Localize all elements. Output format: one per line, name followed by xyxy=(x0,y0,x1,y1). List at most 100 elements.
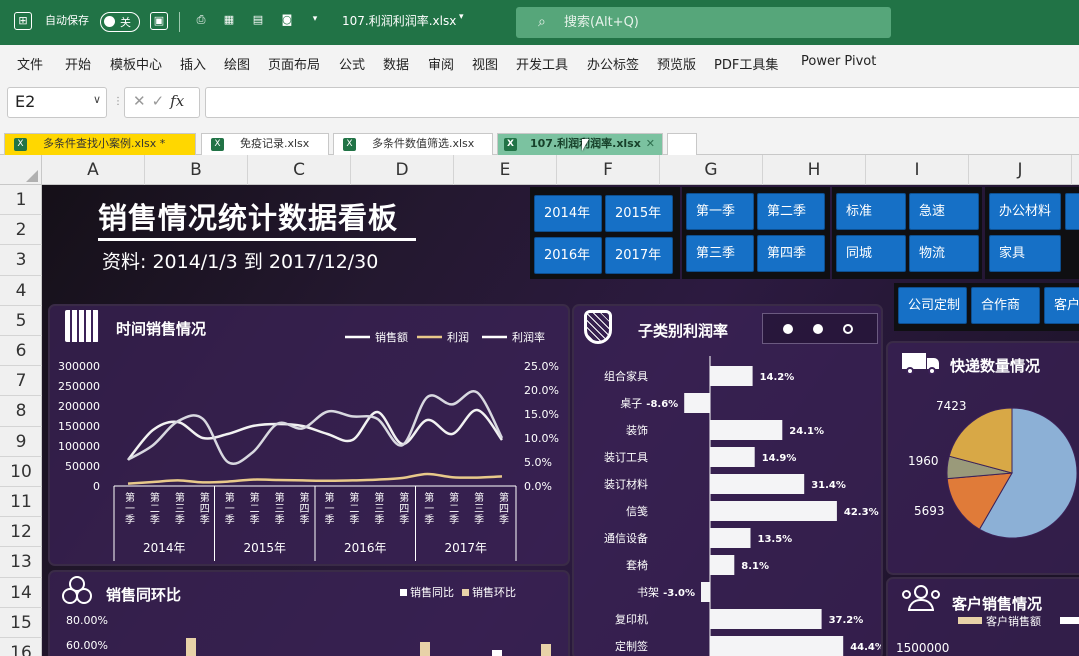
slicer-year-2014[interactable]: 2014年 xyxy=(534,195,602,232)
menu-power-pivot[interactable]: Power Pivot xyxy=(801,54,876,69)
x-tick-label: 第四季 xyxy=(497,491,509,525)
x-tick-label: 第一季 xyxy=(222,491,234,525)
row-header[interactable]: 13 xyxy=(0,547,42,578)
dashboard-title: 销售情况统计数据看板 xyxy=(98,201,399,235)
row-header[interactable]: 7 xyxy=(0,366,42,397)
row-header[interactable]: 6 xyxy=(0,336,42,367)
enter-icon[interactable]: ✓ xyxy=(152,92,171,110)
slicer-shipping-standard[interactable]: 标准 xyxy=(836,193,906,230)
menu-formulas[interactable]: 公式 xyxy=(339,54,365,73)
slicer-quarter-3[interactable]: 第三季 xyxy=(686,235,754,272)
slicer-customer-partner[interactable]: 合作商 xyxy=(971,287,1040,324)
slicer-year-2016[interactable]: 2016年 xyxy=(534,237,602,274)
bar xyxy=(492,650,502,656)
menu-insert[interactable]: 插入 xyxy=(180,54,206,73)
chevron-down-icon[interactable]: ∨ xyxy=(93,93,101,106)
tab-workbook-active[interactable]: X 107.利润利润率.xlsx ✕ xyxy=(497,133,663,155)
slicer-quarter-4[interactable]: 第四季 xyxy=(757,235,825,272)
column-header[interactable]: C xyxy=(248,155,351,185)
column-header[interactable]: E xyxy=(454,155,557,185)
format-icon[interactable]: ▦ xyxy=(220,12,238,30)
menu-pdf-tools[interactable]: PDF工具集 xyxy=(714,54,778,73)
row-header[interactable]: 15 xyxy=(0,608,42,638)
menu-template-center[interactable]: 模板中心 xyxy=(110,54,162,73)
row-header[interactable]: 10 xyxy=(0,457,42,487)
bar xyxy=(186,638,196,656)
column-header[interactable]: D xyxy=(351,155,454,185)
column-header[interactable]: F xyxy=(557,155,660,185)
x-tick-label: 第三季 xyxy=(472,491,484,525)
slicer-shipping-local[interactable]: 同城 xyxy=(836,235,906,272)
category-label: 组合家具 xyxy=(604,369,648,383)
row-header[interactable]: 4 xyxy=(0,276,42,306)
category-label: 书架 xyxy=(637,586,659,599)
select-all-button[interactable] xyxy=(0,155,42,185)
filename-dropdown-icon[interactable]: ▾ xyxy=(459,12,464,22)
bar-value-label: 14.2% xyxy=(760,372,795,383)
column-header[interactable]: H xyxy=(763,155,866,185)
cancel-icon[interactable]: ✕ xyxy=(133,92,152,110)
slicer-year-2017[interactable]: 2017年 xyxy=(605,237,673,274)
row-header[interactable]: 11 xyxy=(0,487,42,518)
row-header[interactable]: 3 xyxy=(0,245,42,276)
menu-office-tab[interactable]: 办公标签 xyxy=(587,54,639,73)
row-header[interactable]: 2 xyxy=(0,215,42,246)
excel-icon: X xyxy=(14,138,27,151)
table-icon[interactable]: ▤ xyxy=(249,12,267,30)
menu-preview[interactable]: 预览版 xyxy=(657,54,696,73)
slicer-category-office[interactable]: 办公材料 xyxy=(989,193,1061,230)
slicer-shipping-express[interactable]: 急速 xyxy=(909,193,979,230)
menu-developer[interactable]: 开发工具 xyxy=(516,54,568,73)
tab-workbook-2[interactable]: X 免疫记录.xlsx xyxy=(201,133,329,155)
menu-view[interactable]: 视图 xyxy=(472,54,498,73)
slicer-quarter-1[interactable]: 第一季 xyxy=(686,193,754,230)
insert-function-button[interactable]: fx xyxy=(170,92,184,110)
row-header[interactable]: 12 xyxy=(0,517,42,548)
slicer-quarter-2[interactable]: 第二季 xyxy=(757,193,825,230)
slicer-customer-client[interactable]: 客户 xyxy=(1044,287,1079,324)
tab-workbook-1[interactable]: X 多条件查找小案例.xlsx * xyxy=(4,133,196,155)
print-preview-icon[interactable]: ⎙ xyxy=(192,12,210,30)
menu-review[interactable]: 审阅 xyxy=(428,54,454,73)
row-header[interactable]: 1 xyxy=(0,185,42,216)
tab-workbook-3[interactable]: X 多条件数值筛选.xlsx xyxy=(333,133,493,155)
column-header[interactable]: B xyxy=(145,155,248,185)
category-label: 装订工具 xyxy=(604,451,648,464)
column-header[interactable]: G xyxy=(660,155,763,185)
search-icon: ⌕ xyxy=(538,14,546,30)
menu-draw[interactable]: 绘图 xyxy=(224,54,250,73)
slicer-year-2015[interactable]: 2015年 xyxy=(605,195,673,232)
row-header[interactable]: 16 xyxy=(0,638,42,656)
category-label: 套椅 xyxy=(626,558,648,572)
column-header[interactable]: I xyxy=(866,155,969,185)
slicer-category-tech[interactable] xyxy=(1065,193,1079,230)
column-header[interactable]: A xyxy=(42,155,145,185)
legend-swatch xyxy=(1060,617,1079,624)
chevron-down-icon[interactable]: ▾ xyxy=(306,12,324,30)
name-box[interactable]: E2 ∨ xyxy=(7,87,107,118)
row-header[interactable]: 5 xyxy=(0,306,42,336)
search-input[interactable]: ⌕ 搜索(Alt+Q) xyxy=(516,7,891,38)
excel-icon: X xyxy=(504,138,517,151)
x-tick-label: 第四季 xyxy=(397,491,409,525)
slicer-category-furniture[interactable]: 家具 xyxy=(989,235,1061,272)
customer-slicer: 公司定制 合作商 客户 xyxy=(894,283,1079,331)
autosave-toggle[interactable]: 关 xyxy=(100,12,140,32)
row-header[interactable]: 14 xyxy=(0,578,42,608)
formula-input[interactable] xyxy=(205,87,1079,118)
row-header[interactable]: 9 xyxy=(0,427,42,457)
new-tab-button[interactable] xyxy=(667,133,697,155)
close-icon[interactable]: ✕ xyxy=(646,134,655,154)
save-icon[interactable]: ▣ xyxy=(150,12,168,30)
row-header[interactable]: 8 xyxy=(0,396,42,427)
menu-data[interactable]: 数据 xyxy=(383,54,409,73)
menu-home[interactable]: 开始 xyxy=(65,54,91,73)
camera-icon[interactable]: ◙ xyxy=(278,12,296,30)
slicer-customer-corporate[interactable]: 公司定制 xyxy=(898,287,967,324)
more-icon: ⋮ xyxy=(113,96,123,107)
menu-page-layout[interactable]: 页面布局 xyxy=(268,54,320,73)
menu-file[interactable]: 文件 xyxy=(17,54,43,73)
column-header[interactable]: J xyxy=(969,155,1072,185)
category-label: 装饰 xyxy=(626,423,648,437)
slicer-shipping-logistics[interactable]: 物流 xyxy=(909,235,979,272)
